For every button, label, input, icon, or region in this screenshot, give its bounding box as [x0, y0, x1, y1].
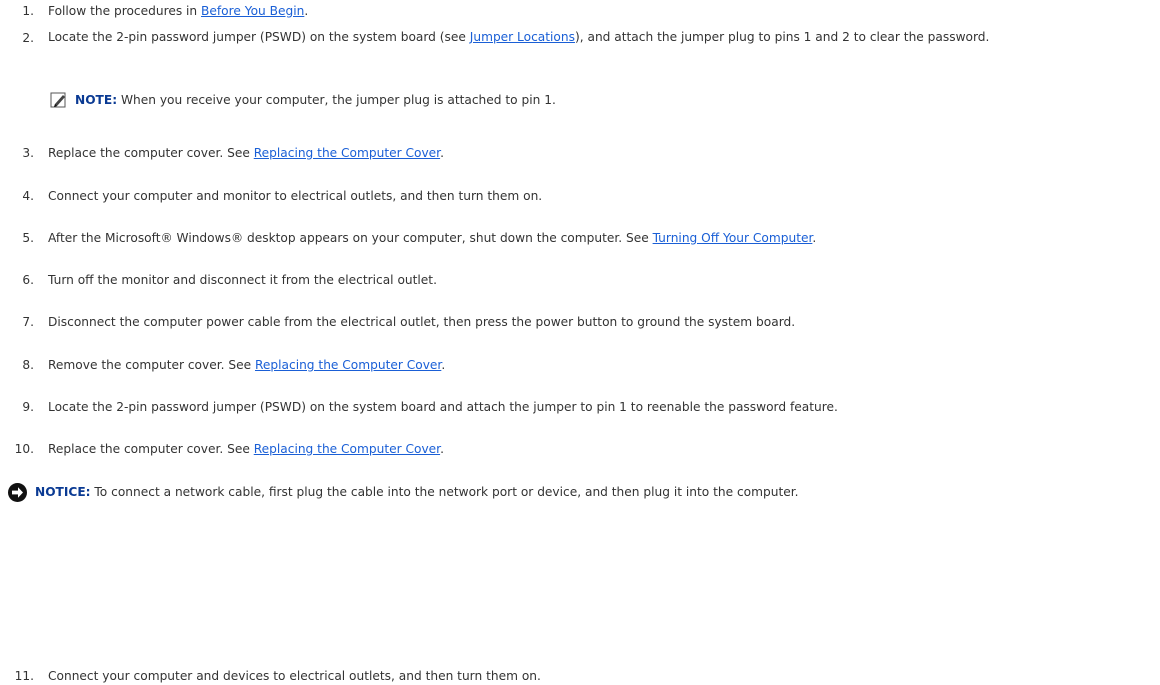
note-label: NOTE:	[75, 93, 118, 107]
replacing-computer-cover-link[interactable]: Replacing the Computer Cover	[254, 146, 440, 160]
step-number: 6.	[22, 273, 34, 287]
jumper-locations-link[interactable]: Jumper Locations	[470, 30, 575, 44]
step-number: 9.	[22, 400, 34, 414]
step-text-post: .	[440, 442, 444, 456]
step-text: Follow the procedures in Before You Begi…	[48, 3, 308, 20]
step-text: Remove the computer cover. See Replacing…	[48, 357, 445, 374]
step-text: Connect your computer and devices to ele…	[48, 669, 541, 683]
step-number: 5.	[22, 231, 34, 245]
step-text: Replace the computer cover. See Replacin…	[48, 145, 444, 162]
before-you-begin-link[interactable]: Before You Begin	[201, 4, 304, 18]
step-text-pre: Follow the procedures in	[48, 4, 202, 18]
turning-off-your-computer-link[interactable]: Turning Off Your Computer	[653, 231, 813, 245]
step-number: 7.	[22, 315, 34, 329]
replacing-computer-cover-link[interactable]: Replacing the Computer Cover	[255, 358, 441, 372]
note-body: When you receive your computer, the jump…	[117, 93, 556, 107]
step-text-pre: After the Microsoft® Windows® desktop ap…	[48, 231, 653, 245]
step-text-pre: Replace the computer cover. See	[48, 442, 254, 456]
step-text-pre: Locate the 2-pin password jumper (PSWD) …	[48, 30, 470, 44]
step-text: Turn off the monitor and disconnect it f…	[48, 273, 437, 287]
step-text: Connect your computer and monitor to ele…	[48, 189, 543, 203]
step-text-post: .	[304, 4, 309, 18]
step-number: 4.	[22, 189, 34, 203]
pencil-note-icon	[50, 92, 68, 113]
step-number: 8.	[22, 358, 34, 372]
step-text: After the Microsoft® Windows® desktop ap…	[48, 230, 816, 247]
step-text-post: .	[440, 146, 444, 160]
step-number: 3.	[22, 146, 34, 160]
notice-label: NOTICE:	[35, 485, 91, 499]
step-text: Replace the computer cover. See Replacin…	[48, 441, 444, 458]
notice-text: NOTICE: To connect a network cable, firs…	[35, 484, 799, 501]
step-number: 10.	[14, 442, 34, 456]
step-text-post: ), and attach the jumper plug to pins 1 …	[574, 30, 990, 44]
step-text: Disconnect the computer power cable from…	[48, 315, 796, 329]
step-text: Locate the 2-pin password jumper (PSWD) …	[48, 400, 838, 414]
notice-body: To connect a network cable, first plug t…	[90, 485, 799, 499]
step-text-pre: Remove the computer cover. See	[48, 358, 255, 372]
step-text-pre: Replace the computer cover. See	[48, 146, 254, 160]
note-text: NOTE: When you receive your computer, th…	[75, 92, 556, 109]
replacing-computer-cover-link[interactable]: Replacing the Computer Cover	[254, 442, 440, 456]
notice-arrow-icon	[7, 482, 28, 508]
step-text-post: .	[812, 231, 817, 245]
step-text-post: .	[441, 358, 446, 372]
step-number: 2.	[22, 31, 34, 45]
step-number: 1.	[22, 4, 34, 18]
step-text: Locate the 2-pin password jumper (PSWD) …	[48, 30, 1158, 44]
step-number: 11.	[14, 669, 34, 683]
